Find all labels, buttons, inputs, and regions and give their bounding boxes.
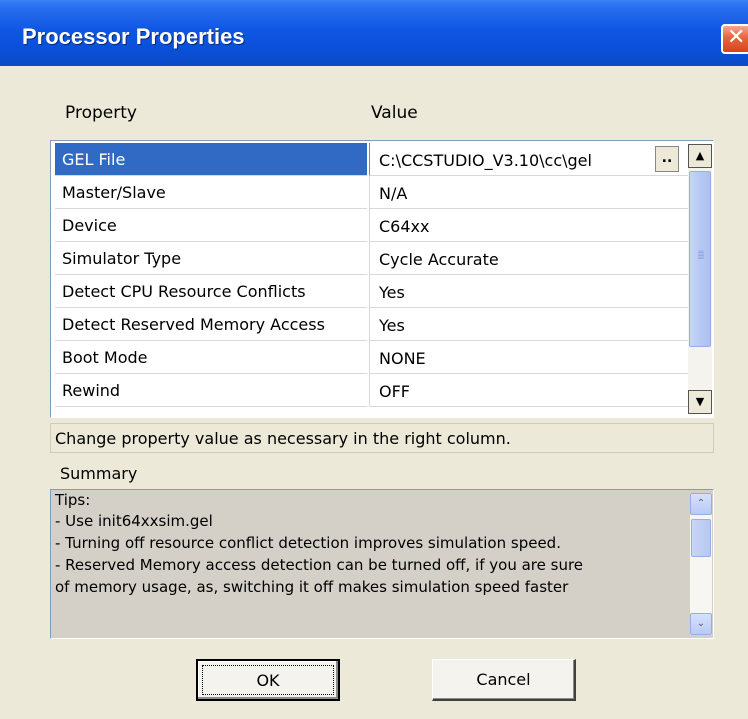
property-value[interactable]: Cycle Accurate [369,242,695,275]
property-name[interactable]: Detect CPU Resource Conflicts [55,275,367,308]
property-value[interactable]: C64xx [369,209,695,242]
summary-line: - Turning off resource conflict detectio… [55,534,561,552]
cancel-button[interactable]: Cancel [432,659,576,701]
property-row[interactable]: Detect Reserved Memory Access Yes [55,308,695,341]
property-name[interactable]: Rewind [55,374,367,407]
summary-line: - Use init64xxsim.gel [55,512,213,530]
summary-line: - Reserved Memory access detection can b… [55,556,584,574]
property-name[interactable]: Boot Mode [55,341,367,374]
property-value[interactable]: OFF [369,374,695,407]
grip-icon: ═ ═ ═ [698,248,704,264]
summary-scrollbar[interactable]: ⌃ ⌄ [690,493,712,635]
property-value[interactable]: N/A [369,176,695,209]
scroll-down-arrow-icon[interactable]: ▼ [688,390,712,414]
ok-button[interactable]: OK [196,659,340,701]
scroll-up-arrow-icon[interactable]: ▲ [688,144,712,168]
property-row[interactable]: Boot Mode NONE [55,341,695,374]
property-name[interactable]: Simulator Type [55,242,367,275]
property-row[interactable]: Device C64xx [55,209,695,242]
property-value-input[interactable]: C:\CCSTUDIO_V3.10\cc\gel [369,143,695,176]
summary-scrollbar-thumb[interactable] [691,519,711,557]
property-name[interactable]: Device [55,209,367,242]
property-row[interactable]: Rewind OFF [55,374,695,407]
column-header-value[interactable]: Value [371,103,418,123]
summary-line: Tips: [55,491,91,509]
column-header-property[interactable]: Property [65,103,137,123]
summary-label: Summary [60,464,138,483]
property-name[interactable]: Detect Reserved Memory Access [55,308,367,341]
property-value[interactable]: NONE [369,341,695,374]
property-value[interactable]: Yes [369,275,695,308]
browse-button[interactable]: .. [655,146,679,172]
property-value[interactable]: Yes [369,308,695,341]
summary-line: of memory usage, as, switching it off ma… [55,578,569,596]
status-hint: Change property value as necessary in th… [50,423,714,453]
property-grid: GEL File C:\CCSTUDIO_V3.10\cc\gel .. Mas… [50,140,714,418]
scroll-down-chevron-icon[interactable]: ⌄ [690,613,712,635]
property-row[interactable]: Master/Slave N/A [55,176,695,209]
dialog-title: Processor Properties [22,24,245,49]
property-name[interactable]: Master/Slave [55,176,367,209]
summary-text-box[interactable]: Tips: - Use init64xxsim.gel - Turning of… [50,489,714,639]
cancel-button-label: Cancel [476,670,531,689]
property-row[interactable]: Detect CPU Resource Conflicts Yes [55,275,695,308]
property-row[interactable]: Simulator Type Cycle Accurate [55,242,695,275]
processor-properties-dialog: Processor Properties ✕ Property Value GE… [0,0,748,719]
scroll-up-chevron-icon[interactable]: ⌃ [690,493,712,515]
scrollbar-thumb[interactable]: ═ ═ ═ [689,171,711,347]
close-icon[interactable]: ✕ [721,24,748,54]
title-bar[interactable]: Processor Properties ✕ [0,0,748,66]
property-name[interactable]: GEL File [55,143,367,176]
focus-rectangle [202,665,334,695]
property-row[interactable]: GEL File C:\CCSTUDIO_V3.10\cc\gel .. [55,143,695,176]
property-grid-scrollbar[interactable]: ▲ ═ ═ ═ ▼ [688,144,712,414]
